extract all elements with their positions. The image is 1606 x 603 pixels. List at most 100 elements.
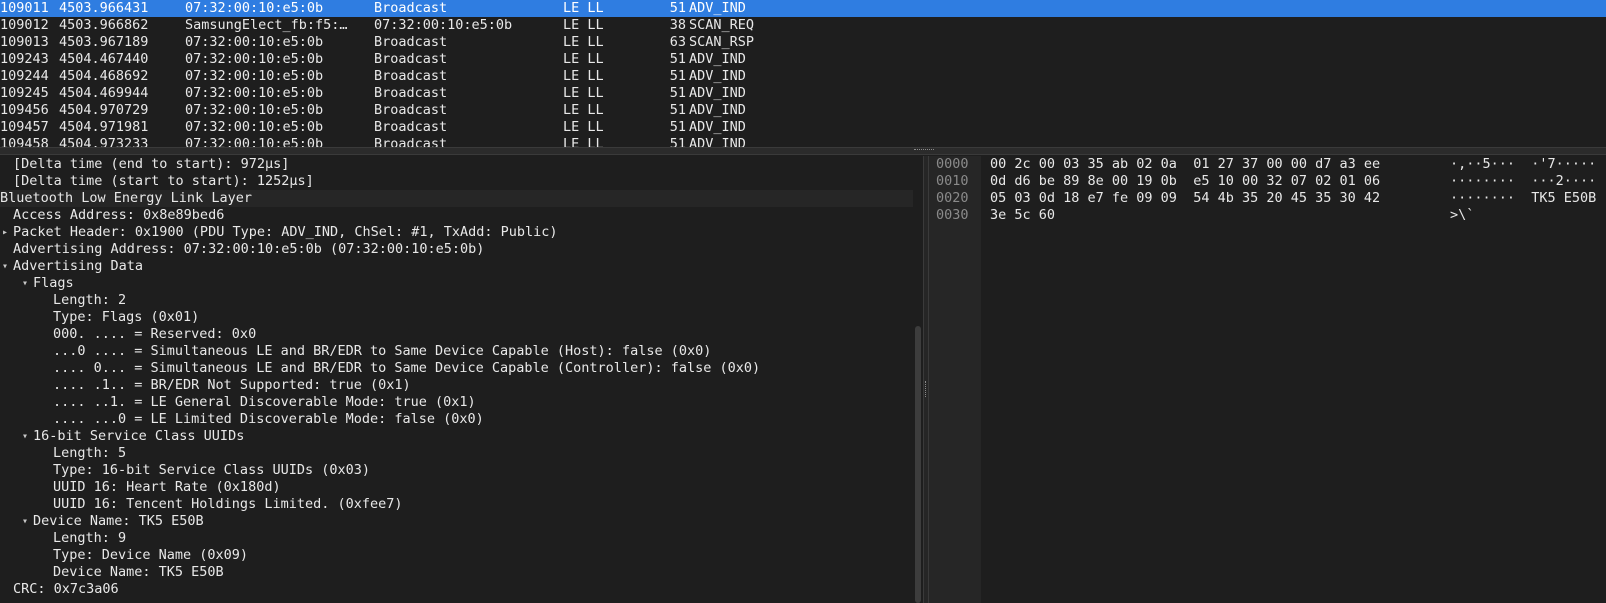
packet-row[interactable]: 109011 4503.966431 07:32:00:10:e5:0b Broadc… — [0, 0, 1606, 17]
packet-row[interactable]: 109456 4504.970729 07:32:00:10:e5:0b Broadc… — [0, 102, 1606, 119]
tree-item[interactable]: [Delta time (start to start): 1252µs] — [0, 173, 913, 190]
packet-source: 07:32:00:10:e5:0b — [185, 102, 324, 118]
tree-item-label: 16-bit Service Class UUIDs — [33, 428, 245, 444]
packet-list[interactable]: 109011 4503.966431 07:32:00:10:e5:0b Broadc… — [0, 0, 1606, 147]
bytes-row[interactable]: 0000 00 2c 00 03 35 ab 02 0a 01 27 37 00 … — [929, 156, 1606, 173]
packet-details-tree[interactable]: [Delta time (end to start): 972µs] [Delta… — [0, 156, 913, 603]
tree-item[interactable]: UUID 16: Tencent Holdings Limited. (0xfe… — [0, 496, 913, 513]
tree-item[interactable]: ...0 .... = Simultaneous LE and BR/EDR t… — [0, 343, 913, 360]
packet-destination: Broadcast — [374, 68, 448, 84]
tree-item[interactable]: .... ...0 = LE Limited Discoverable Mode… — [0, 411, 913, 428]
bytes-row[interactable]: 0030 3e 5c 60 >\` — [929, 207, 1606, 224]
tree-item[interactable]: ▾ Flags — [0, 275, 913, 292]
packet-number: 109457 — [0, 119, 49, 135]
triangle-down-icon[interactable]: ▾ — [19, 428, 31, 445]
details-scrollbar[interactable] — [913, 156, 923, 603]
splitter-grip-icon — [914, 149, 934, 153]
tree-item-label: Bluetooth Low Energy Link Layer — [0, 190, 252, 206]
tree-item[interactable]: Type: 16-bit Service Class UUIDs (0x03) — [0, 462, 913, 479]
tree-item[interactable]: Access Address: 0x8e89bed6 — [0, 207, 913, 224]
packet-time: 4503.966862 — [59, 17, 149, 33]
packet-destination: Broadcast — [374, 51, 448, 67]
tree-item[interactable]: ▾ Device Name: TK5 E50B — [0, 513, 913, 530]
bytes-row[interactable]: 0010 0d d6 be 89 8e 00 19 0b e5 10 00 32 … — [929, 173, 1606, 190]
byte-hex: 3e 5c 60 — [990, 207, 1056, 223]
tree-item-label: .... ...0 = LE Limited Discoverable Mode… — [53, 411, 484, 427]
tree-item-label: Type: Flags (0x01) — [53, 309, 200, 325]
tree-item[interactable]: .... ..1. = LE General Discoverable Mode… — [0, 394, 913, 411]
tree-item[interactable]: CRC: 0x7c3a06 — [0, 581, 913, 598]
tree-item-label: CRC: 0x7c3a06 — [13, 581, 119, 597]
tree-item-label: Device Name: TK5 E50B — [33, 513, 204, 529]
packet-destination: Broadcast — [374, 85, 448, 101]
tree-item[interactable]: ▾ Advertising Data — [0, 258, 913, 275]
tree-item-label: .... 0... = Simultaneous LE and BR/EDR t… — [53, 360, 761, 376]
tree-item-label: Length: 9 — [53, 530, 127, 546]
packet-row[interactable]: 109458 4504.973233 07:32:00:10:e5:0b Broadc… — [0, 136, 1606, 147]
packet-number: 109458 — [0, 136, 49, 147]
packet-row[interactable]: 109457 4504.971981 07:32:00:10:e5:0b Broadc… — [0, 119, 1606, 136]
packet-row[interactable]: 109012 4503.966862 SamsungElect_fb:f5:… 07:… — [0, 17, 1606, 34]
byte-hex: 0d d6 be 89 8e 00 19 0b e5 10 00 32 07 0… — [990, 173, 1381, 189]
tree-item[interactable]: Length: 9 — [0, 530, 913, 547]
tree-item[interactable]: .... 0... = Simultaneous LE and BR/EDR t… — [0, 360, 913, 377]
tree-item[interactable]: Type: Flags (0x01) — [0, 309, 913, 326]
packet-destination: Broadcast — [374, 102, 448, 118]
packet-source: 07:32:00:10:e5:0b — [185, 34, 324, 50]
packet-source: SamsungElect_fb:f5:… — [185, 17, 348, 33]
triangle-down-icon[interactable]: ▾ — [19, 275, 31, 292]
tree-item[interactable]: 000. .... = Reserved: 0x0 — [0, 326, 913, 343]
tree-item[interactable]: Type: Device Name (0x09) — [0, 547, 913, 564]
packet-source: 07:32:00:10:e5:0b — [185, 85, 324, 101]
details-scrollbar-thumb[interactable] — [915, 326, 921, 603]
triangle-down-icon[interactable]: ▾ — [19, 513, 31, 530]
packet-length: 63 — [669, 34, 686, 50]
tree-item[interactable]: Device Name: TK5 E50B — [0, 564, 913, 581]
packet-time: 4504.467440 — [59, 51, 149, 67]
packet-info: SCAN_REQ — [689, 17, 755, 33]
packet-row[interactable]: 109244 4504.468692 07:32:00:10:e5:0b Broadc… — [0, 68, 1606, 85]
tree-item[interactable]: UUID 16: Heart Rate (0x180d) — [0, 479, 913, 496]
packet-source: 07:32:00:10:e5:0b — [185, 68, 324, 84]
tree-item[interactable]: ▸ Packet Header: 0x1900 (PDU Type: ADV_IN… — [0, 224, 913, 241]
packet-length: 38 — [669, 17, 686, 33]
packet-source: 07:32:00:10:e5:0b — [185, 119, 324, 135]
tree-item-label: Device Name: TK5 E50B — [53, 564, 224, 580]
byte-offset: 0030 — [936, 207, 969, 223]
byte-ascii: ·,··5··· ·'7····· — [1450, 156, 1597, 172]
packet-protocol: LE LL — [563, 17, 604, 33]
tree-item-label: 000. .... = Reserved: 0x0 — [53, 326, 257, 342]
packet-time: 4504.973233 — [59, 136, 149, 147]
tree-item-label: ...0 .... = Simultaneous LE and BR/EDR t… — [53, 343, 712, 359]
byte-offset: 0010 — [936, 173, 969, 189]
packet-source: 07:32:00:10:e5:0b — [185, 51, 324, 67]
byte-ascii: ········ TK5 E50B — [1450, 190, 1597, 206]
tree-item[interactable]: Length: 5 — [0, 445, 913, 462]
tree-item[interactable]: [Delta time (end to start): 972µs] — [0, 156, 913, 173]
packet-destination: Broadcast — [374, 119, 448, 135]
packet-info: ADV_IND — [689, 102, 746, 118]
horizontal-splitter[interactable] — [0, 147, 1606, 155]
packet-info: ADV_IND — [689, 85, 746, 101]
packet-row[interactable]: 109013 4503.967189 07:32:00:10:e5:0b Broadc… — [0, 34, 1606, 51]
tree-item[interactable]: .... .1.. = BR/EDR Not Supported: true (… — [0, 377, 913, 394]
tree-item[interactable]: ▾ 16-bit Service Class UUIDs — [0, 428, 913, 445]
tree-item-label: Type: 16-bit Service Class UUIDs (0x03) — [53, 462, 370, 478]
tree-item[interactable]: Length: 2 — [0, 292, 913, 309]
packet-number: 109243 — [0, 51, 49, 67]
packet-length: 51 — [669, 68, 686, 84]
packet-row[interactable]: 109245 4504.469944 07:32:00:10:e5:0b Broadc… — [0, 85, 1606, 102]
triangle-down-icon[interactable]: ▾ — [0, 258, 11, 275]
packet-source: 07:32:00:10:e5:0b — [185, 136, 324, 147]
wireshark-window: 109011 4503.966431 07:32:00:10:e5:0b Broadc… — [0, 0, 1606, 603]
tree-item[interactable]: Bluetooth Low Energy Link Layer — [0, 190, 913, 207]
packet-info: SCAN_RSP — [689, 34, 755, 50]
tree-item[interactable]: Advertising Address: 07:32:00:10:e5:0b (… — [0, 241, 913, 258]
tree-item-label: UUID 16: Heart Rate (0x180d) — [53, 479, 281, 495]
tree-item-label: Packet Header: 0x1900 (PDU Type: ADV_IND… — [13, 224, 558, 240]
packet-bytes-pane[interactable]: 0000 00 2c 00 03 35 ab 02 0a 01 27 37 00 … — [929, 156, 1606, 603]
triangle-right-icon[interactable]: ▸ — [0, 224, 11, 241]
bytes-row[interactable]: 0020 05 03 0d 18 e7 fe 09 09 54 4b 35 20 … — [929, 190, 1606, 207]
packet-time: 4503.967189 — [59, 34, 149, 50]
packet-row[interactable]: 109243 4504.467440 07:32:00:10:e5:0b Broadc… — [0, 51, 1606, 68]
